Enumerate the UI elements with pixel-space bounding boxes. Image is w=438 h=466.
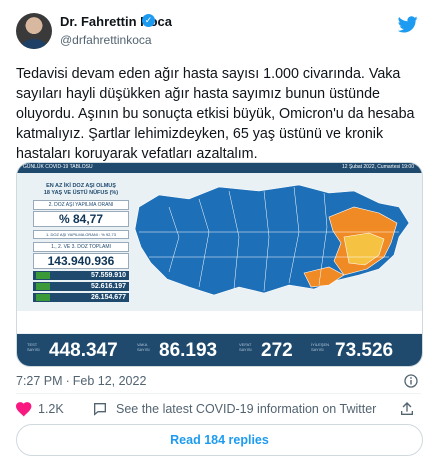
dose2-label: 2. DOZ AŞI YAPILMA ORANI bbox=[33, 200, 129, 210]
daily-numbers-bar: TEST SAYISI 448.347 VAKA SAYISI 86.193 V… bbox=[17, 334, 422, 366]
verified-badge-icon: ✓ bbox=[142, 14, 155, 27]
turkey-map bbox=[134, 184, 410, 296]
covid-table-image[interactable]: GÜNLÜK COVID-19 TABLOSU 12 Şubat 2022, C… bbox=[16, 162, 423, 367]
test-label: TEST SAYISI bbox=[27, 342, 40, 352]
card-header: GÜNLÜK COVID-19 TABLOSU 12 Şubat 2022, C… bbox=[17, 163, 422, 173]
total-value: 143.940.936 bbox=[33, 253, 129, 269]
info-icon[interactable] bbox=[404, 374, 418, 388]
author-name[interactable]: Dr. Fahrettin Koca bbox=[60, 14, 172, 29]
covid-info-link[interactable]: See the latest COVID-19 information on T… bbox=[116, 400, 376, 418]
share-button[interactable] bbox=[399, 400, 421, 418]
share-icon bbox=[401, 402, 413, 415]
case-label: VAKA SAYISI bbox=[137, 342, 150, 352]
card-header-date: 12 Şubat 2022, Cumartesi 19:00 bbox=[342, 164, 414, 170]
tweet-date: Feb 12, 2022 bbox=[72, 374, 147, 388]
read-replies-button[interactable]: Read 184 replies bbox=[16, 424, 423, 456]
panel-title-1: EN AZ İKİ DOZ AŞI OLMUŞ bbox=[46, 183, 116, 189]
card-header-title: GÜNLÜK COVID-19 TABLOSU bbox=[23, 164, 93, 170]
case-count: 86.193 bbox=[159, 340, 218, 361]
total-label: 1., 2. VE 3. DOZ TOPLAMI bbox=[33, 242, 129, 252]
dose-row-3: 26.154.677 bbox=[33, 293, 129, 302]
covid-info-text: See the latest COVID-19 information on T… bbox=[116, 402, 377, 416]
test-count: 448.347 bbox=[49, 340, 118, 361]
recovered-label: İYİLEŞEN SAYISI bbox=[311, 342, 330, 352]
dose-row-1: 57.559.910 bbox=[33, 271, 129, 280]
like-count: 1.2K bbox=[38, 402, 64, 416]
reply-button[interactable] bbox=[92, 400, 114, 418]
death-count: 272 bbox=[261, 340, 293, 361]
action-bar: 1.2K See the latest COVID-19 information… bbox=[16, 400, 421, 420]
heart-icon bbox=[16, 401, 32, 417]
divider bbox=[16, 393, 421, 394]
province-legend bbox=[17, 311, 422, 333]
tweet-timestamp[interactable]: 7:27 PM · Feb 12, 2022 bbox=[16, 374, 146, 388]
tweet-text: Tedavisi devam eden ağır hasta sayısı 1.… bbox=[16, 66, 415, 162]
reply-icon bbox=[94, 403, 106, 416]
dose-row-2: 52.616.197 bbox=[33, 282, 129, 291]
death-label: VEFAT SAYISI bbox=[239, 342, 252, 352]
dose1-note: 1. DOZ AŞI YAPILMA ORANI : % 92,73 bbox=[33, 230, 129, 239]
timestamp-separator: · bbox=[65, 374, 70, 388]
like-button[interactable]: 1.2K bbox=[16, 400, 64, 418]
twitter-bird-icon[interactable] bbox=[398, 16, 418, 33]
dose2-value: % 84,77 bbox=[33, 211, 129, 227]
recovered-count: 73.526 bbox=[335, 340, 394, 361]
avatar[interactable] bbox=[16, 13, 52, 49]
vaccination-panel: EN AZ İKİ DOZ AŞI OLMUŞ 18 YAŞ VE ÜSTÜ N… bbox=[25, 183, 137, 307]
panel-title-2: 18 YAŞ VE ÜSTÜ NÜFUS (%) bbox=[43, 190, 119, 196]
tweet: Dr. Fahrettin Koca ✓ @drfahrettinkoca Te… bbox=[0, 0, 438, 466]
author-handle[interactable]: @drfahrettinkoca bbox=[60, 33, 152, 47]
tweet-time: 7:27 PM bbox=[16, 374, 63, 388]
